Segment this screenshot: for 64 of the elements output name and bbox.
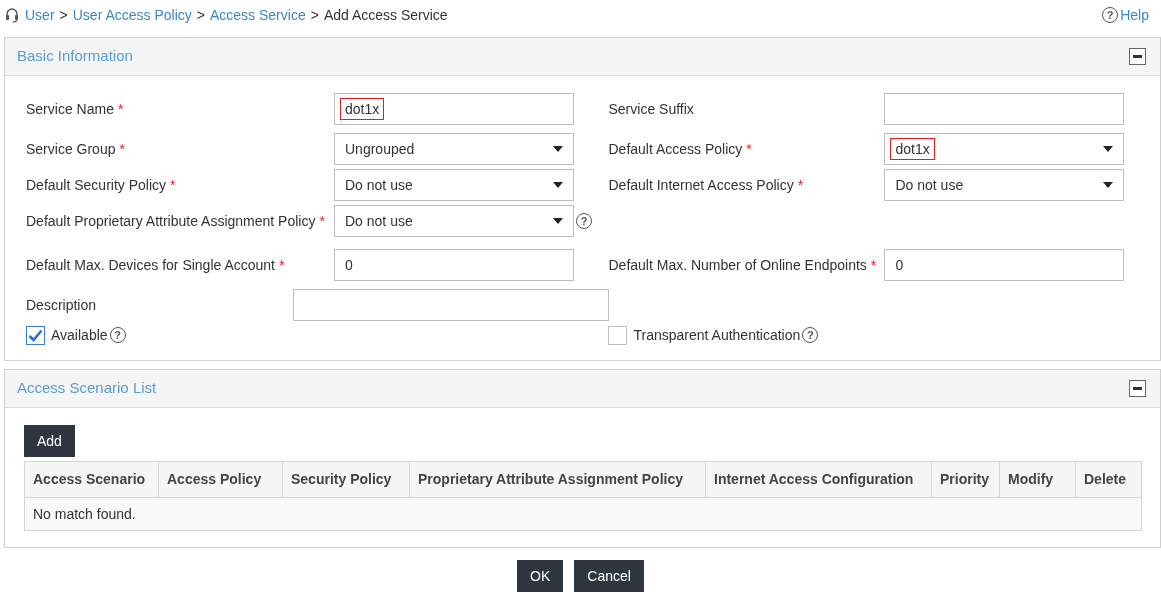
breadcrumb-separator: > (59, 5, 68, 25)
required-mark: * (119, 139, 125, 159)
field-label: Description (26, 295, 97, 315)
required-mark: * (746, 139, 752, 159)
breadcrumb-separator: > (196, 5, 205, 25)
collapse-button[interactable] (1129, 48, 1146, 65)
breadcrumb-separator: > (310, 5, 319, 25)
highlighted-value: dot1x (340, 98, 385, 120)
field-label: Default Security Policy (26, 175, 167, 195)
checkbox-label: Available (51, 325, 108, 345)
help-link[interactable]: Help (1120, 4, 1149, 26)
dropdown[interactable]: Do not use (884, 169, 1125, 201)
caret-icon (553, 182, 563, 188)
breadcrumb-link[interactable]: Access Service (210, 4, 306, 26)
field-label: Default Internet Access Policy (608, 175, 794, 195)
breadcrumb-link[interactable]: User Access Policy (72, 4, 192, 26)
field-label: Default Access Policy (608, 139, 743, 159)
dropdown[interactable]: Do not use (334, 205, 574, 237)
field-label: Default Proprietary Attribute Assignment Policy (26, 211, 316, 231)
required-mark: * (797, 175, 804, 195)
field-label: Service Group (26, 139, 116, 159)
breadcrumb-link[interactable]: User (25, 4, 55, 26)
column-header: Access Policy (159, 462, 283, 497)
empty-table-message: No match found. (25, 498, 1141, 530)
checkbox[interactable] (26, 325, 45, 345)
field-label: Default Max. Number of Online Endpoints (608, 255, 867, 275)
column-header: Proprietary Attribute Assignment Policy (410, 462, 706, 497)
required-mark: * (279, 255, 285, 275)
dropdown[interactable]: Do not use (334, 169, 574, 201)
section-title: Basic Information (17, 46, 133, 67)
add-button[interactable]: Add (24, 425, 75, 457)
checkbox[interactable] (608, 325, 628, 345)
cancel-button[interactable]: Cancel (574, 560, 644, 592)
input-field[interactable] (293, 289, 609, 321)
column-header: Internet Access Configuration (706, 462, 932, 497)
column-header: Modify (1000, 462, 1076, 497)
caret-icon (1103, 146, 1114, 152)
field-label: Service Suffix (608, 99, 694, 119)
column-header: Access Scenario (25, 462, 159, 497)
collapse-button[interactable] (1129, 380, 1146, 397)
required-mark: * (319, 211, 325, 231)
dropdown[interactable]: Ungrouped (334, 133, 574, 165)
dropdown[interactable]: dot1x (884, 133, 1125, 165)
caret-icon (553, 146, 563, 152)
input-field[interactable]: 0 (334, 249, 574, 281)
ok-button[interactable]: OK (517, 560, 564, 592)
field-label: Default Max. Devices for Single Account (26, 255, 275, 275)
headset-icon (4, 7, 20, 23)
field-label: Service Name (26, 99, 114, 119)
input-field[interactable]: dot1x (334, 93, 574, 125)
required-mark: * (117, 99, 124, 119)
section-title: Access Scenario List (17, 378, 157, 399)
column-header: Security Policy (283, 462, 410, 497)
caret-icon (1103, 182, 1114, 188)
caret-icon (553, 218, 563, 224)
breadcrumb-current: Add Access Service (323, 5, 448, 25)
required-mark: * (170, 175, 176, 195)
required-mark: * (870, 255, 877, 275)
column-header: Delete (1083, 470, 1128, 489)
input-field[interactable]: 0 (884, 249, 1125, 281)
highlighted-value: dot1x (890, 138, 935, 160)
checkbox-label: Transparent Authentication (633, 325, 801, 345)
column-header: Priority (932, 462, 1000, 497)
input-field[interactable] (884, 93, 1125, 125)
